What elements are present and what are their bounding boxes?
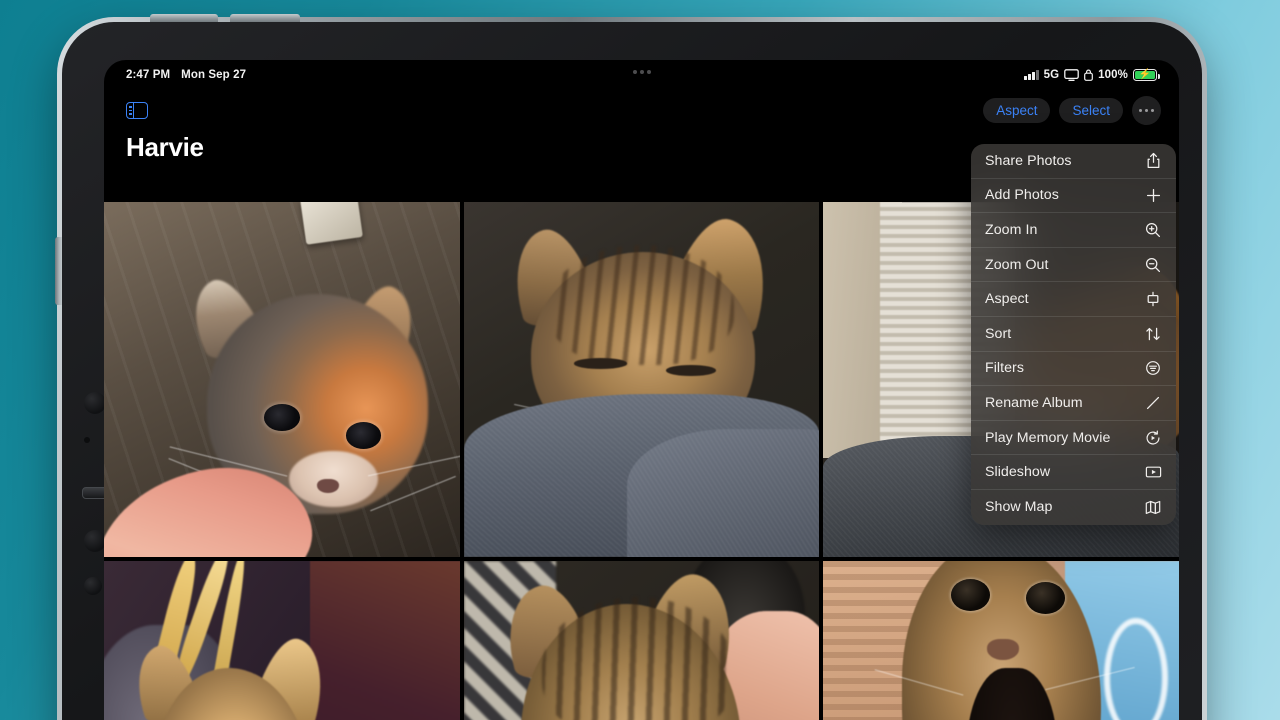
menu-item-slideshow[interactable]: Slideshow	[971, 455, 1176, 490]
menu-item-play-memory-movie[interactable]: Play Memory Movie	[971, 421, 1176, 456]
status-bar-right: 5G 100% ⚡	[1024, 69, 1160, 81]
menu-label: Share Photos	[985, 152, 1072, 169]
cellular-bars-icon	[1024, 70, 1039, 80]
map-icon	[1144, 498, 1162, 516]
page-title: Harvie	[126, 132, 204, 162]
more-options-icon[interactable]	[1132, 96, 1161, 125]
memory-movie-icon	[1144, 429, 1162, 447]
menu-item-add-photos[interactable]: Add Photos	[971, 179, 1176, 214]
sort-arrows-icon	[1144, 325, 1162, 343]
speaker-dot-one	[84, 530, 106, 552]
menu-label: Slideshow	[985, 464, 1051, 481]
menu-item-zoom-in[interactable]: Zoom In	[971, 213, 1176, 248]
aspect-button[interactable]: Aspect	[983, 97, 1051, 124]
share-icon	[1144, 152, 1162, 170]
status-time: 2:47 PM	[126, 69, 171, 81]
photo-sleeping-cat-on-denim[interactable]	[463, 202, 820, 557]
menu-label: Play Memory Movie	[985, 429, 1111, 446]
zoom-in-icon	[1144, 221, 1162, 239]
screen-mirroring-icon	[1064, 69, 1080, 81]
aspect-icon	[1144, 290, 1162, 308]
tablet-screen: 2:47 PM Mon Sep 27 5G 100% ⚡ Harvie Aspe…	[104, 60, 1179, 720]
menu-label: Zoom In	[985, 221, 1038, 238]
front-camera-dot	[84, 392, 106, 414]
menu-label: Rename Album	[985, 394, 1083, 411]
menu-item-sort[interactable]: Sort	[971, 317, 1176, 352]
menu-label: Filters	[985, 360, 1024, 377]
microphone-dot	[84, 437, 90, 443]
status-bar: 2:47 PM Mon Sep 27 5G 100% ⚡	[104, 60, 1179, 90]
photo-cat-closeup-with-arm[interactable]	[463, 561, 820, 720]
plus-icon	[1144, 186, 1162, 204]
menu-label: Show Map	[985, 499, 1053, 516]
photo-kitten-held-in-hand[interactable]	[104, 202, 460, 557]
battery-percent-label: 100%	[1098, 69, 1128, 81]
photo-cat-on-chair[interactable]	[104, 561, 460, 720]
menu-label: Sort	[985, 325, 1012, 342]
zoom-out-icon	[1144, 256, 1162, 274]
status-date: Mon Sep 27	[181, 69, 247, 81]
speaker-dot-two	[84, 577, 102, 595]
menu-item-zoom-out[interactable]: Zoom Out	[971, 248, 1176, 283]
menu-item-filters[interactable]: Filters	[971, 352, 1176, 387]
menu-label: Zoom Out	[985, 256, 1049, 273]
nav-actions: Aspect Select	[983, 96, 1161, 125]
battery-charging-icon: ⚡	[1133, 69, 1160, 81]
sidebar-toggle-icon[interactable]	[126, 102, 148, 119]
more-options-menu: Share Photos Add Photos Zoom In Zoom Out…	[971, 144, 1176, 525]
menu-label: Add Photos	[985, 187, 1059, 204]
status-bar-left: 2:47 PM Mon Sep 27	[126, 69, 246, 81]
menu-label: Aspect	[985, 291, 1029, 308]
menu-item-share-photos[interactable]: Share Photos	[971, 144, 1176, 179]
slideshow-icon	[1144, 463, 1162, 481]
network-type-label: 5G	[1043, 69, 1060, 81]
photo-yawning-cat[interactable]	[823, 561, 1179, 720]
pencil-icon	[1144, 394, 1162, 412]
menu-item-rename-album[interactable]: Rename Album	[971, 386, 1176, 421]
menu-item-show-map[interactable]: Show Map	[971, 490, 1176, 525]
select-button[interactable]: Select	[1059, 97, 1123, 124]
tablet-device: 2:47 PM Mon Sep 27 5G 100% ⚡ Harvie Aspe…	[55, 14, 1207, 720]
menu-item-aspect[interactable]: Aspect	[971, 282, 1176, 317]
lock-rotation-icon	[1084, 69, 1094, 81]
camera-housing-dots	[632, 70, 651, 74]
filters-icon	[1144, 359, 1162, 377]
